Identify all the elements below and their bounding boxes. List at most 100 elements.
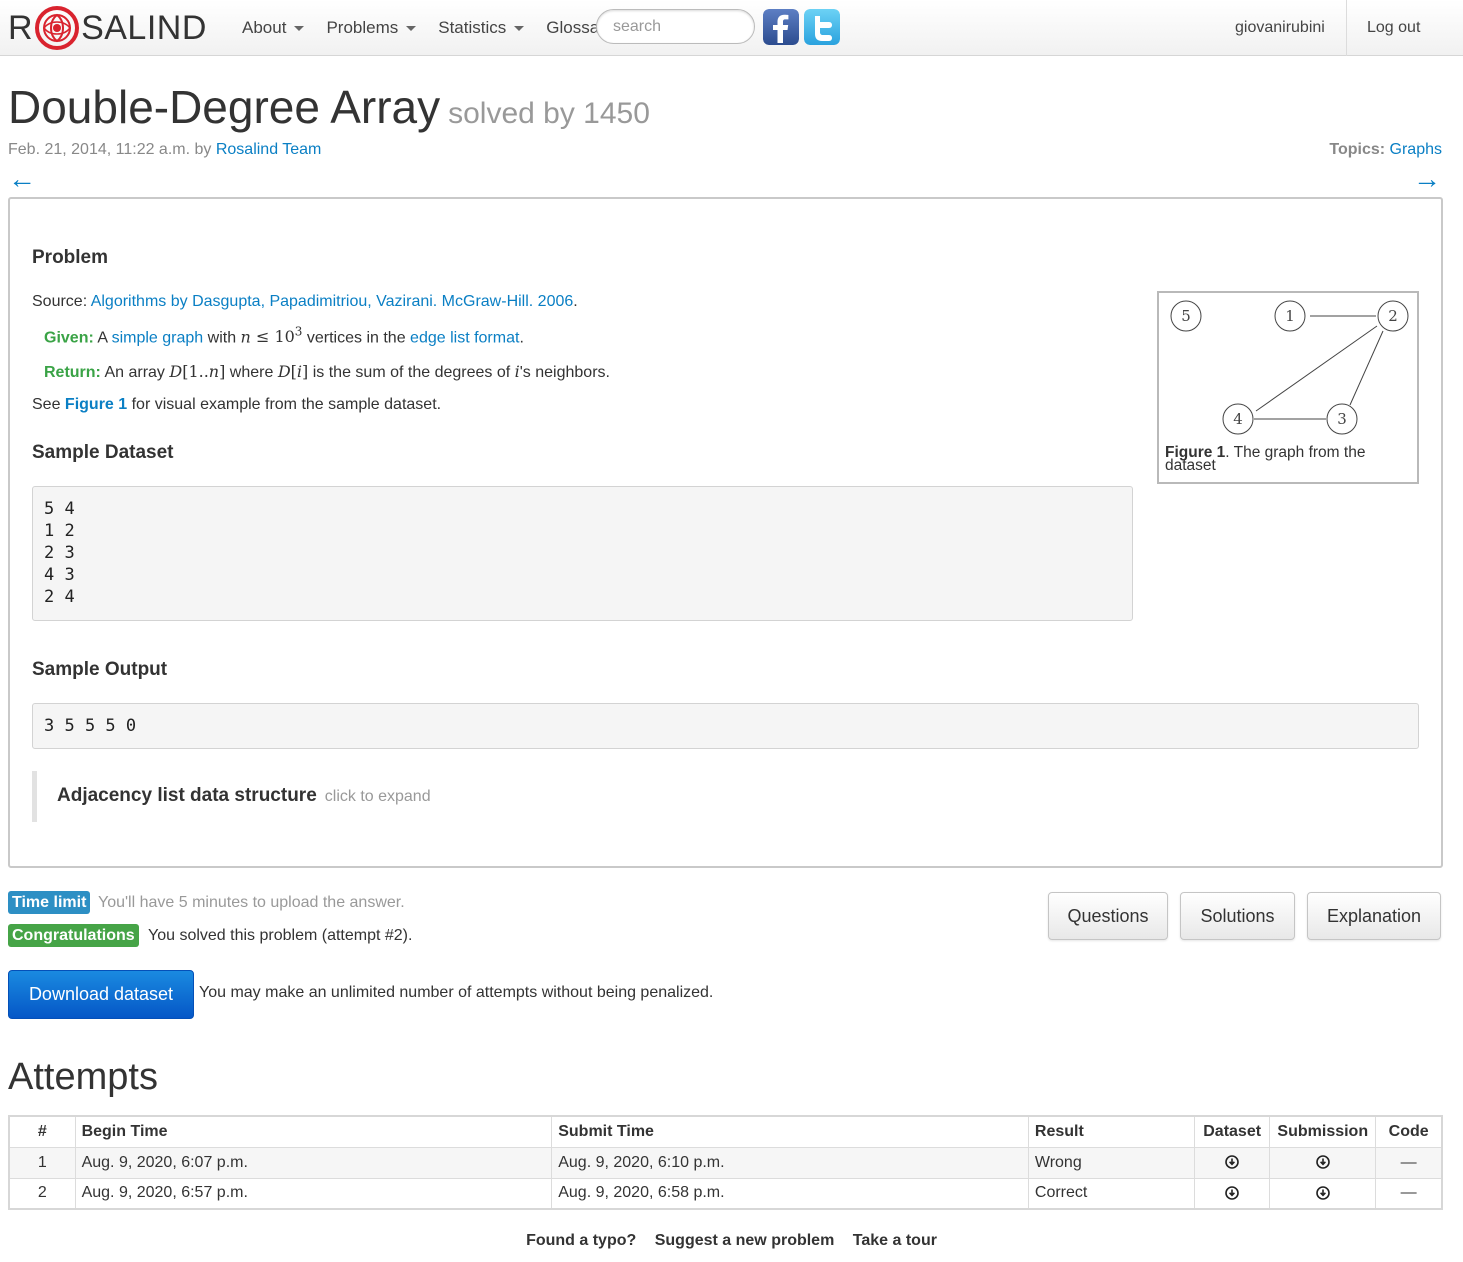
solutions-button[interactable]: Solutions bbox=[1180, 892, 1295, 940]
source-end: . bbox=[573, 293, 578, 310]
attempt-num: 1 bbox=[8, 1146, 76, 1179]
prev-problem-arrow-icon[interactable]: ← bbox=[8, 164, 36, 194]
congratulations-text: You solved this problem (attempt #2). bbox=[148, 927, 413, 944]
nav-about-label: About bbox=[242, 18, 287, 37]
see-figure-line: See Figure 1 for visual example from the… bbox=[32, 396, 441, 414]
topic-link-graphs[interactable]: Graphs bbox=[1390, 141, 1442, 158]
nav-statistics-label: Statistics bbox=[438, 18, 507, 37]
chevron-down-icon bbox=[406, 25, 417, 31]
footer: Found a typo? Suggest a new problem Take… bbox=[0, 1232, 1463, 1250]
download-icon[interactable] bbox=[1225, 1155, 1239, 1170]
problem-meta: Feb. 21, 2014, 11:22 a.m. by Rosalind Te… bbox=[8, 141, 321, 159]
col-header-submission: Submission bbox=[1269, 1115, 1377, 1148]
return-formula-di: D bbox=[277, 362, 291, 381]
time-limit-badge: Time limit bbox=[8, 891, 91, 914]
topics-label: Topics: bbox=[1329, 141, 1386, 158]
problem-date: Feb. 21, 2014, 11:22 a.m. by bbox=[8, 141, 216, 158]
see-text-b: for visual example from the sample datas… bbox=[127, 396, 442, 413]
explanation-button[interactable]: Explanation bbox=[1307, 892, 1441, 940]
user-name[interactable]: giovanirubini bbox=[1235, 0, 1325, 56]
source-label: Source: bbox=[32, 293, 91, 310]
download-dataset-button[interactable]: Download dataset bbox=[8, 970, 194, 1019]
problem-box: Problem Source: Algorithms by Dasgupta, … bbox=[8, 197, 1443, 868]
solved-count-link[interactable]: solved by 1450 bbox=[448, 97, 650, 130]
source-link[interactable]: Algorithms by Dasgupta, Papadimitriou, V… bbox=[91, 293, 574, 310]
given-line: Given: A simple graph with n ≤ 103 verti… bbox=[44, 325, 524, 347]
return-text-a: An array bbox=[100, 364, 170, 381]
suggest-problem-link[interactable]: Suggest a new problem bbox=[655, 1232, 835, 1249]
node-3-label: 3 bbox=[1337, 410, 1347, 428]
figure-1-link[interactable]: Figure 1 bbox=[65, 396, 127, 413]
return-label: Return: bbox=[44, 364, 101, 381]
nav-problems[interactable]: Problems bbox=[326, 18, 417, 38]
author-link[interactable]: Rosalind Team bbox=[216, 141, 322, 158]
rosalind-logo[interactable]: R SALIND bbox=[8, 4, 207, 52]
take-tour-link[interactable]: Take a tour bbox=[853, 1232, 937, 1249]
logo-letter-r: R bbox=[8, 8, 34, 47]
return-formula-array: D bbox=[169, 362, 183, 381]
attempt-result: Wrong bbox=[1027, 1146, 1196, 1179]
topics: Topics: Graphs bbox=[1329, 141, 1442, 159]
page-title: Double-Degree Array solved by 1450 bbox=[8, 80, 650, 134]
col-header-result: Result bbox=[1027, 1115, 1196, 1148]
rosalind-wheel-icon bbox=[35, 6, 80, 50]
sample-dataset-block: 5 4 1 2 2 3 4 3 2 4 bbox=[32, 486, 1133, 621]
attempt-submission-cell bbox=[1269, 1146, 1377, 1179]
node-1-label: 1 bbox=[1285, 307, 1295, 325]
chevron-down-icon bbox=[514, 25, 525, 31]
nav-divider bbox=[1346, 0, 1347, 56]
attempt-code: — bbox=[1375, 1146, 1443, 1179]
source-line: Source: Algorithms by Dasgupta, Papadimi… bbox=[32, 293, 578, 311]
attempts-table: # Begin Time Submit Time Result Dataset … bbox=[8, 1115, 1443, 1210]
return-text-d: 's neighbors. bbox=[519, 364, 610, 381]
attempt-begin-time: Aug. 9, 2020, 6:57 p.m. bbox=[74, 1177, 553, 1210]
download-icon[interactable] bbox=[1315, 1186, 1330, 1200]
edge-2-4 bbox=[1255, 325, 1378, 412]
nav-statistics[interactable]: Statistics bbox=[438, 18, 525, 38]
attempts-note: You may make an unlimited number of atte… bbox=[199, 984, 714, 1001]
attempt-submit-time: Aug. 9, 2020, 6:10 p.m. bbox=[551, 1146, 1029, 1179]
attempt-dataset-cell bbox=[1194, 1146, 1271, 1179]
graph-diagram: 5 1 2 4 3 bbox=[1170, 300, 1409, 435]
nav-about[interactable]: About bbox=[242, 18, 305, 38]
twitter-icon[interactable] bbox=[804, 9, 840, 45]
return-formula-range: [1..n] bbox=[182, 362, 226, 381]
col-header-begin-time: Begin Time bbox=[74, 1115, 553, 1148]
col-header-dataset: Dataset bbox=[1194, 1115, 1271, 1148]
search-input[interactable] bbox=[596, 9, 755, 44]
attempt-dataset-cell bbox=[1194, 1177, 1271, 1210]
given-formula: n bbox=[240, 327, 251, 347]
node-5-label: 5 bbox=[1181, 307, 1191, 325]
col-header-code: Code bbox=[1375, 1115, 1443, 1148]
return-formula-index: [i] bbox=[290, 362, 309, 381]
given-text-a: A bbox=[93, 329, 112, 347]
return-text-b: where bbox=[225, 364, 278, 381]
logout-link[interactable]: Log out bbox=[1367, 0, 1420, 56]
table-row: 2 Aug. 9, 2020, 6:57 p.m. Aug. 9, 2020, … bbox=[8, 1177, 1443, 1210]
attempt-code: — bbox=[1375, 1177, 1443, 1210]
sample-output-heading: Sample Output bbox=[32, 659, 168, 680]
problem-title: Double-Degree Array bbox=[8, 81, 441, 133]
given-end: . bbox=[519, 329, 524, 347]
return-text-c: is the sum of the degrees of bbox=[308, 364, 515, 381]
facebook-icon[interactable] bbox=[763, 9, 799, 45]
next-problem-arrow-icon[interactable]: → bbox=[1413, 164, 1441, 194]
questions-button[interactable]: Questions bbox=[1048, 892, 1168, 940]
edge-list-format-link[interactable]: edge list format bbox=[410, 329, 519, 346]
given-text-b: with bbox=[203, 329, 241, 347]
given-label: Given: bbox=[44, 329, 94, 347]
problem-heading: Problem bbox=[32, 247, 109, 268]
simple-graph-link[interactable]: simple graph bbox=[112, 329, 204, 346]
download-icon[interactable] bbox=[1315, 1155, 1330, 1170]
expand-title-text: Adjacency list data structure bbox=[57, 785, 317, 806]
attempt-result: Correct bbox=[1027, 1177, 1196, 1210]
adjacency-list-expander[interactable]: Adjacency list data structure click to ex… bbox=[57, 785, 431, 807]
given-text-c: vertices in the bbox=[302, 329, 411, 347]
nav-problems-label: Problems bbox=[326, 18, 399, 37]
expand-bar bbox=[32, 771, 37, 822]
figure-1: 5 1 2 4 3 Figure 1. The graph from the d… bbox=[1157, 291, 1419, 484]
download-icon[interactable] bbox=[1225, 1186, 1239, 1200]
found-typo-link[interactable]: Found a typo? bbox=[526, 1232, 636, 1249]
attempt-begin-time: Aug. 9, 2020, 6:07 p.m. bbox=[74, 1146, 553, 1179]
col-header-submit-time: Submit Time bbox=[551, 1115, 1029, 1148]
